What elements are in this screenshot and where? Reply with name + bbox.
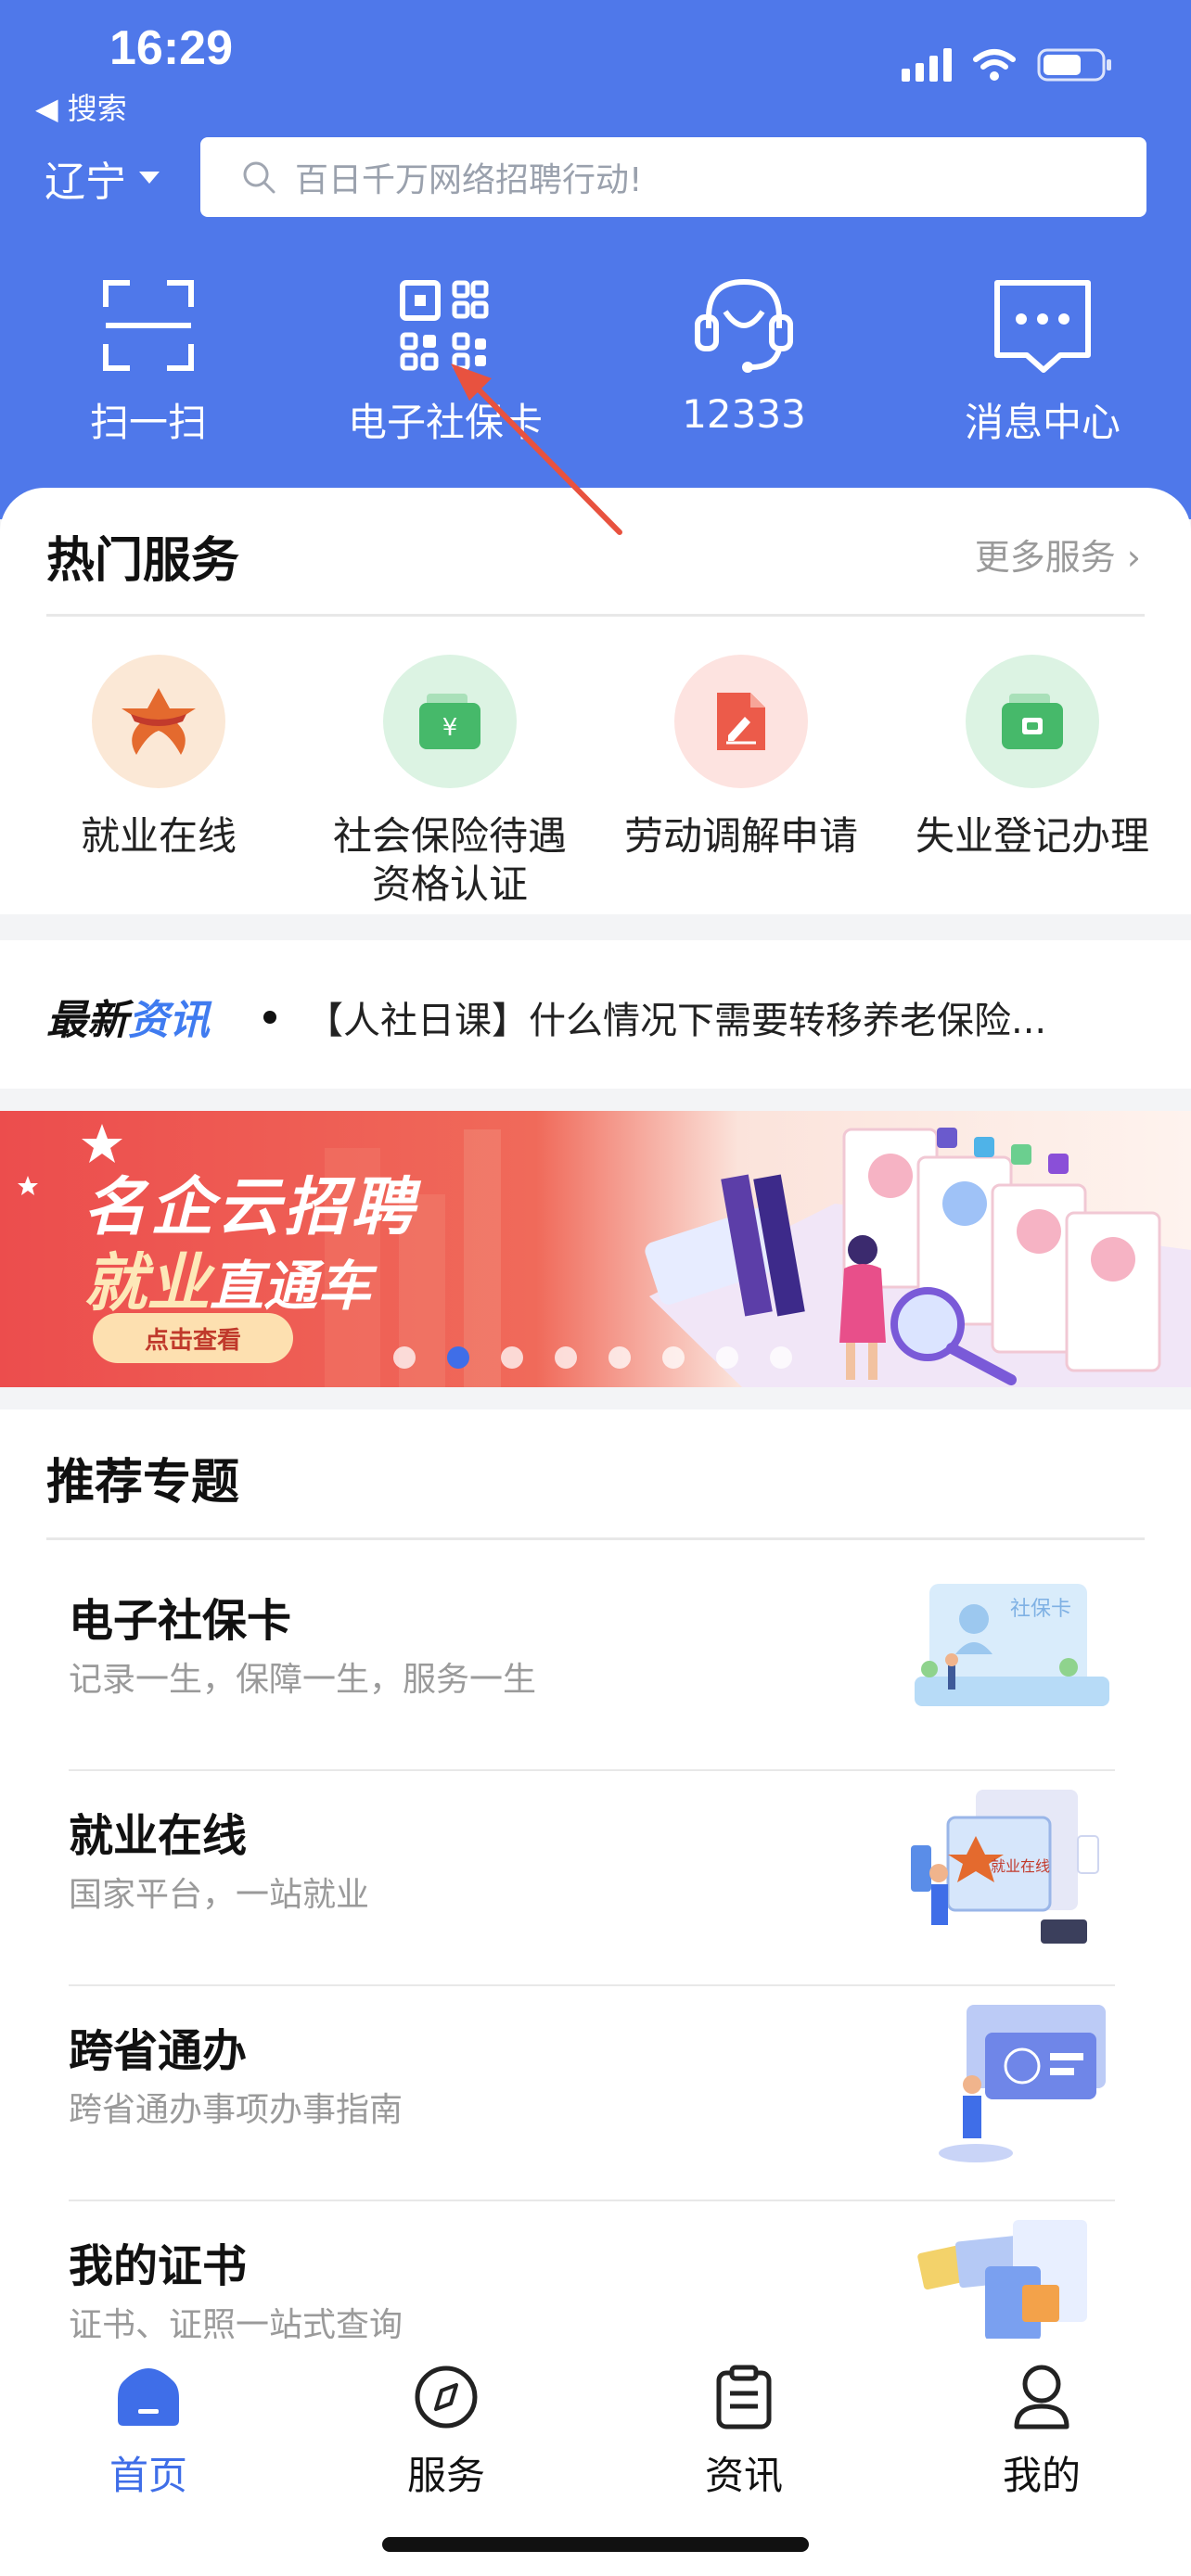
- cross-province-illustration: [939, 2005, 1106, 2162]
- banner-view-button[interactable]: 点击查看: [93, 1313, 293, 1363]
- caret-down-icon: [139, 172, 160, 184]
- document-edit-icon: [717, 693, 765, 750]
- news-headline[interactable]: 【人社日课】什么情况下需要转移养老保险...: [306, 990, 1046, 1044]
- message-icon: [994, 280, 1091, 373]
- carousel-dot[interactable]: [501, 1346, 523, 1369]
- more-services-link[interactable]: 更多服务 ›: [975, 529, 1141, 580]
- quick-action-messages[interactable]: 消息中心: [931, 274, 1154, 448]
- tab-news[interactable]: 资讯: [596, 2355, 892, 2501]
- home-indicator: [382, 2537, 809, 2552]
- recommended-title: 电子社保卡: [69, 1595, 292, 1647]
- wallet-yuan-icon: ¥: [419, 694, 480, 749]
- signal-icon: [902, 48, 952, 82]
- promo-banner[interactable]: 名企云招聘 就业直通车 点击查看: [0, 1111, 1191, 1387]
- carousel-dot-active[interactable]: [447, 1346, 469, 1369]
- illustration-caption: 就业在线: [991, 1857, 1050, 1875]
- header: 16:29 ◀ 搜索 辽宁 百日千万网络招聘行动! 扫一扫 电子社保卡 1233…: [0, 0, 1191, 519]
- bullet-dot: [263, 1011, 276, 1024]
- back-to-search[interactable]: ◀ 搜索: [35, 85, 127, 128]
- recommended-subtitle: 国家平台，一站就业: [69, 1876, 370, 1914]
- home-icon: [118, 2368, 179, 2426]
- compass-icon: [415, 2366, 478, 2429]
- recommended-item-cross-province[interactable]: 跨省通办 跨省通办事项办事指南: [69, 1977, 1115, 2192]
- carousel-dot[interactable]: [716, 1346, 738, 1369]
- service-employment-online[interactable]: 就业在线: [15, 655, 302, 861]
- recommended-subtitle: 记录一生，保障一生，服务一生: [69, 1661, 537, 1699]
- carousel-dot[interactable]: [662, 1346, 685, 1369]
- service-insurance-certification[interactable]: ¥ 社会保险待遇 资格认证: [306, 655, 594, 909]
- service-icon-bg: [674, 655, 808, 788]
- section-title: 热门服务: [46, 533, 240, 589]
- hot-services-card: 热门服务 更多服务 › 就业在线 ¥ 社会保险待遇 资格认证 劳动调解申请 失业…: [0, 488, 1191, 914]
- quick-action-label: 12333: [682, 391, 806, 437]
- banner-subtitle-b: 直通车: [210, 1255, 372, 1318]
- employment-illustration: 就业在线: [911, 1790, 1099, 1944]
- wifi-icon: [973, 49, 1016, 81]
- qr-code-icon: [400, 280, 489, 371]
- tab-label: 首页: [109, 2453, 187, 2498]
- clipboard-icon: [716, 2365, 772, 2429]
- user-icon: [1014, 2365, 1069, 2429]
- quick-action-scan[interactable]: 扫一扫: [37, 274, 260, 448]
- employment-logo-icon: [122, 688, 196, 755]
- service-label: 就业在线: [80, 813, 237, 859]
- carousel-dots: [393, 1346, 792, 1369]
- carousel-dot[interactable]: [393, 1346, 416, 1369]
- recommended-title: 就业在线: [69, 1810, 248, 1862]
- recommended-title: 跨省通办: [69, 2025, 248, 2077]
- section-title: 推荐专题: [46, 1455, 240, 1511]
- headset-icon: [695, 278, 793, 373]
- tab-label: 资讯: [704, 2453, 783, 2498]
- tab-home[interactable]: 首页: [0, 2355, 297, 2501]
- news-ticker[interactable]: 最新资讯 【人社日课】什么情况下需要转移养老保险...: [0, 940, 1191, 1089]
- scan-icon: [103, 280, 194, 371]
- divider: [46, 614, 1145, 617]
- quick-action-label: 电子社保卡: [347, 400, 543, 445]
- quick-action-hotline[interactable]: 12333: [633, 274, 855, 437]
- status-icons: [902, 46, 1113, 83]
- service-label-line: 资格认证: [371, 861, 528, 907]
- carousel-dot[interactable]: [608, 1346, 631, 1369]
- quick-action-label: 扫一扫: [89, 400, 207, 445]
- news-brand: 最新资讯: [46, 987, 210, 1046]
- social-card-illustration: 社保卡: [915, 1584, 1109, 1706]
- service-label: 失业登记办理: [915, 813, 1149, 859]
- region-label: 辽宁: [45, 159, 126, 206]
- recommended-subtitle: 跨省通办事项办事指南: [69, 2091, 403, 2129]
- illustration-caption: 社保卡: [1010, 1598, 1071, 1621]
- quick-action-label: 消息中心: [964, 400, 1121, 445]
- service-label: 劳动调解申请: [623, 813, 858, 859]
- service-label: 社会保险待遇 资格认证: [306, 812, 594, 909]
- carousel-dot[interactable]: [770, 1346, 792, 1369]
- recommended-item-employment[interactable]: 就业在线 国家平台，一站就业 就业在线: [69, 1762, 1115, 1977]
- recommended-section: 推荐专题 电子社保卡 记录一生，保障一生，服务一生 社保卡 就业在线 国家平台，…: [0, 1409, 1191, 2361]
- battery-icon: [1037, 48, 1111, 82]
- tab-label: 我的: [1002, 2453, 1081, 2498]
- search-placeholder: 百日千万网络招聘行动!: [295, 161, 643, 199]
- wallet-icon: [1002, 694, 1063, 749]
- service-icon-bg: [92, 655, 225, 788]
- news-brand-a: 最新: [46, 997, 128, 1044]
- banner-subtitle: 就业直通车: [83, 1231, 371, 1323]
- tab-services[interactable]: 服务: [298, 2355, 595, 2501]
- tab-label: 服务: [406, 2453, 485, 2498]
- svg-text:¥: ¥: [442, 714, 458, 742]
- recommended-title: 我的证书: [69, 2240, 248, 2292]
- recommended-item-social-card[interactable]: 电子社保卡 记录一生，保障一生，服务一生 社保卡: [69, 1547, 1115, 1762]
- status-time: 16:29: [109, 21, 233, 75]
- search-input[interactable]: 百日千万网络招聘行动!: [200, 137, 1146, 217]
- quick-action-social-card[interactable]: 电子社保卡: [334, 274, 557, 448]
- carousel-dot[interactable]: [555, 1346, 577, 1369]
- tab-profile[interactable]: 我的: [893, 2355, 1190, 2501]
- service-unemployment-registration[interactable]: 失业登记办理: [889, 655, 1176, 861]
- divider: [46, 1537, 1145, 1540]
- service-icon-bg: ¥: [383, 655, 517, 788]
- search-icon: [243, 161, 275, 194]
- region-selector[interactable]: 辽宁: [45, 148, 161, 208]
- banner-subtitle-a: 就业: [83, 1247, 211, 1320]
- service-icon-bg: [966, 655, 1099, 788]
- service-labor-mediation[interactable]: 劳动调解申请: [597, 655, 885, 861]
- news-brand-b: 资讯: [128, 997, 210, 1044]
- service-label-line: 社会保险待遇: [332, 813, 567, 859]
